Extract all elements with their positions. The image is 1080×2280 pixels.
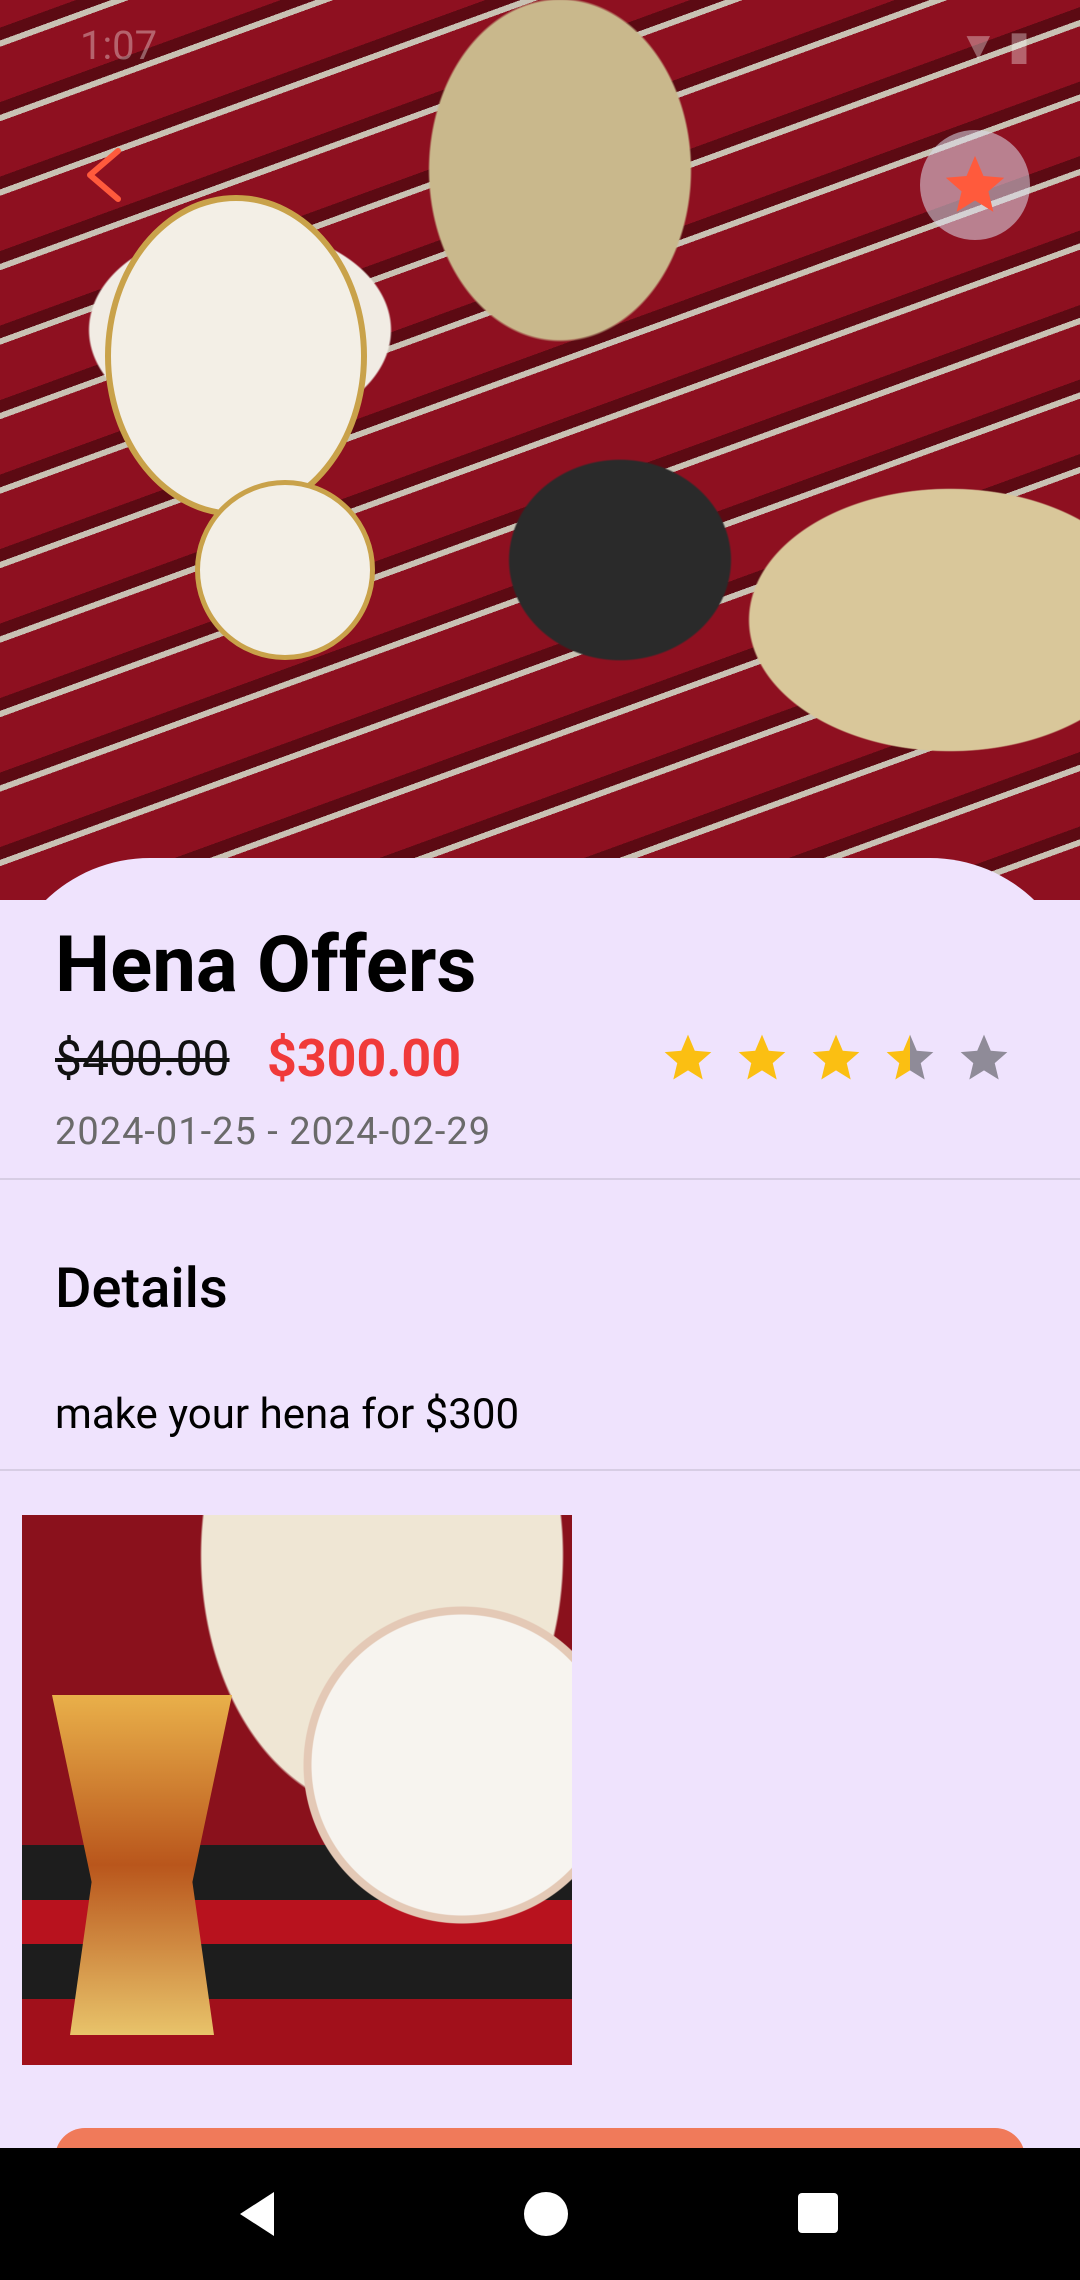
nav-back-icon[interactable] (232, 2186, 288, 2242)
hero-image (0, 0, 1080, 900)
new-price: $300.00 (267, 1028, 462, 1089)
divider (0, 1178, 1080, 1180)
details-heading: Details (55, 1255, 228, 1321)
gallery-image[interactable] (22, 1515, 572, 2065)
star-icon (945, 155, 1005, 212)
gallery-image-vase (52, 1695, 232, 2035)
old-price: $400.00 (55, 1030, 230, 1087)
star-half-icon (886, 1034, 934, 1080)
back-button[interactable] (80, 145, 130, 202)
favorite-button[interactable] (920, 130, 1030, 240)
offer-date-range: 2024-01-25 - 2024-02-29 (55, 1110, 492, 1154)
hero-sign-decoration-2 (195, 480, 375, 660)
details-description: make your hena for $300 (55, 1390, 520, 1439)
nav-recent-apps-icon[interactable] (798, 2193, 838, 2233)
star-icon (664, 1034, 712, 1080)
divider (0, 1469, 1080, 1471)
offer-title: Hena Offers (55, 920, 477, 1011)
rating-stars (660, 1030, 1012, 1086)
system-nav-bar (0, 2148, 1080, 2280)
star-icon (812, 1034, 860, 1080)
nav-home-icon[interactable] (524, 2192, 568, 2236)
star-empty-icon (960, 1034, 1008, 1080)
hero-sign-decoration (105, 195, 367, 517)
back-arrow-icon (87, 148, 121, 202)
status-bar: 1:07 ▼ ▮ (0, 0, 1080, 90)
status-time: 1:07 (80, 22, 158, 69)
star-icon (738, 1034, 786, 1080)
status-icons: ▼ ▮ (958, 22, 1030, 69)
